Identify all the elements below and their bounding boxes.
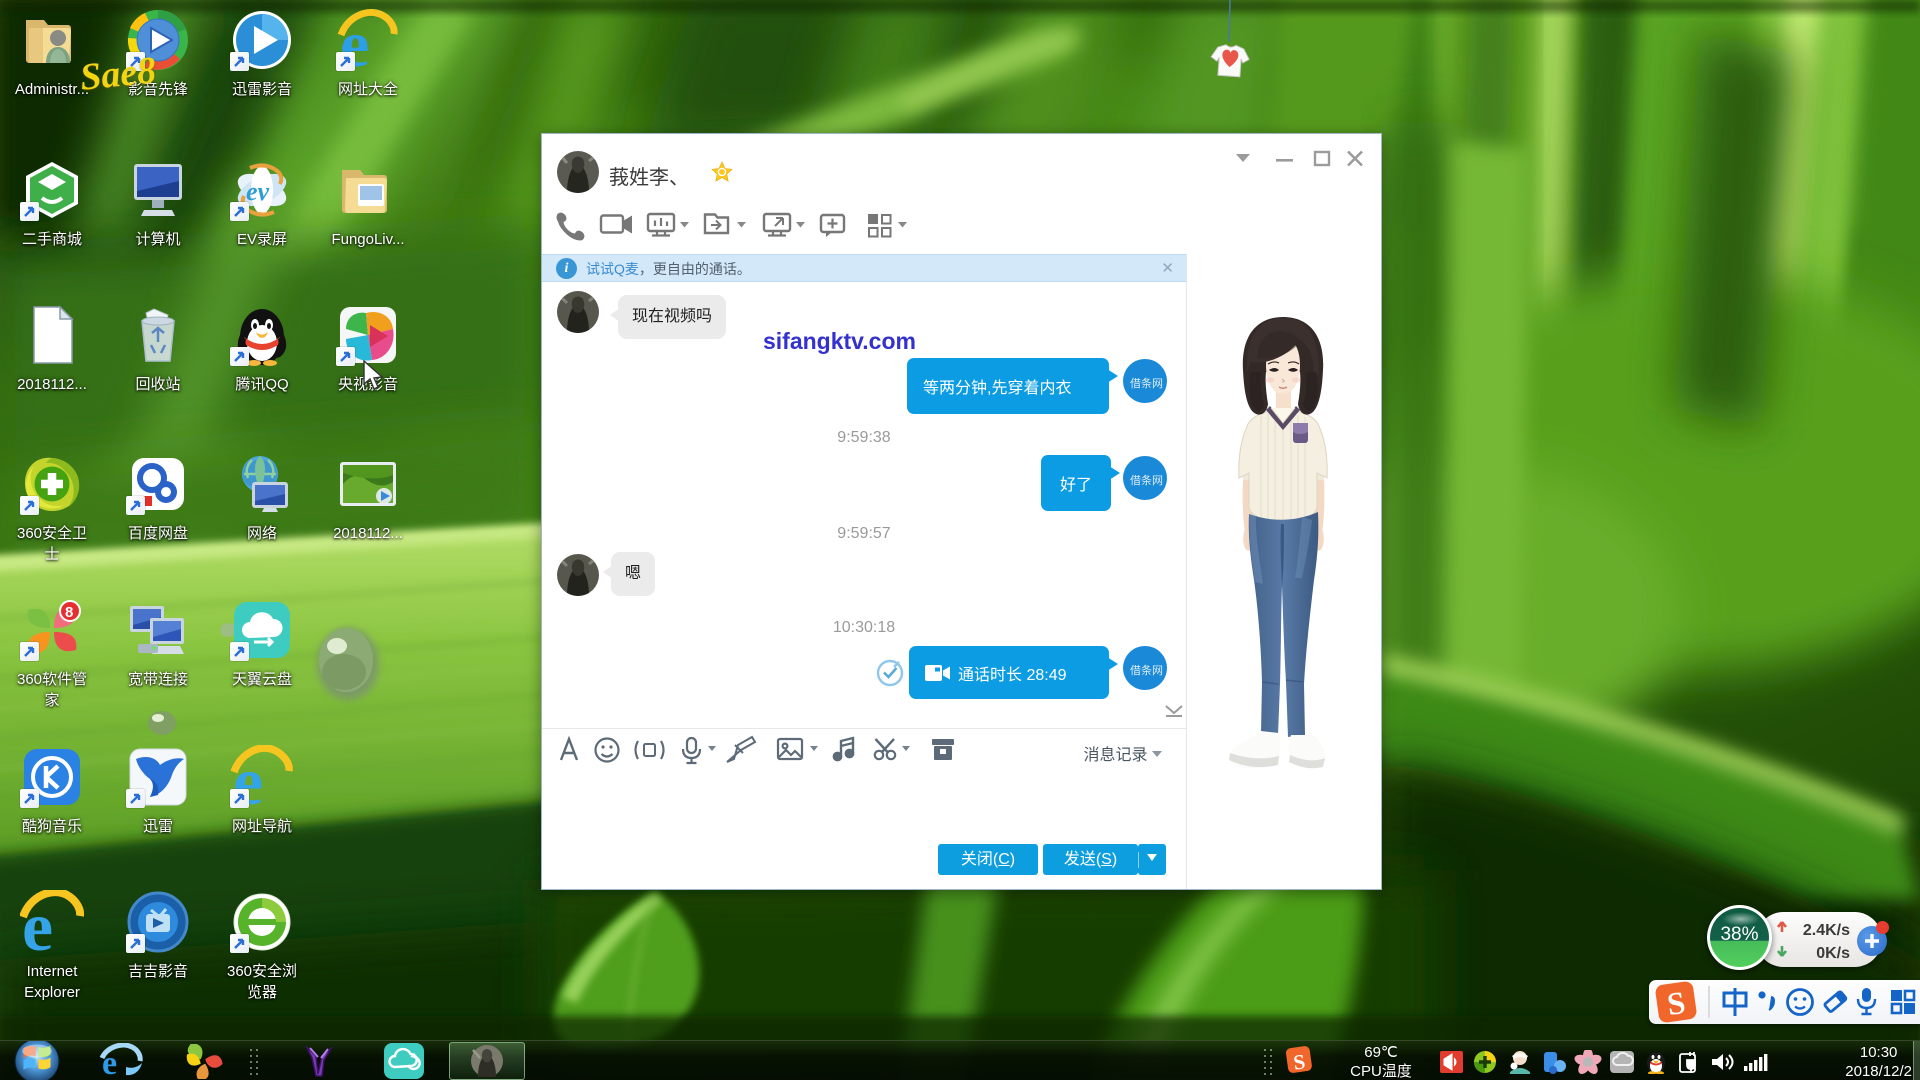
svg-text:ev: ev	[246, 177, 270, 206]
svg-text:2.4K/s: 2.4K/s	[1803, 922, 1850, 939]
svg-text:0K/s: 0K/s	[1816, 945, 1850, 962]
svg-text:8: 8	[65, 604, 73, 621]
